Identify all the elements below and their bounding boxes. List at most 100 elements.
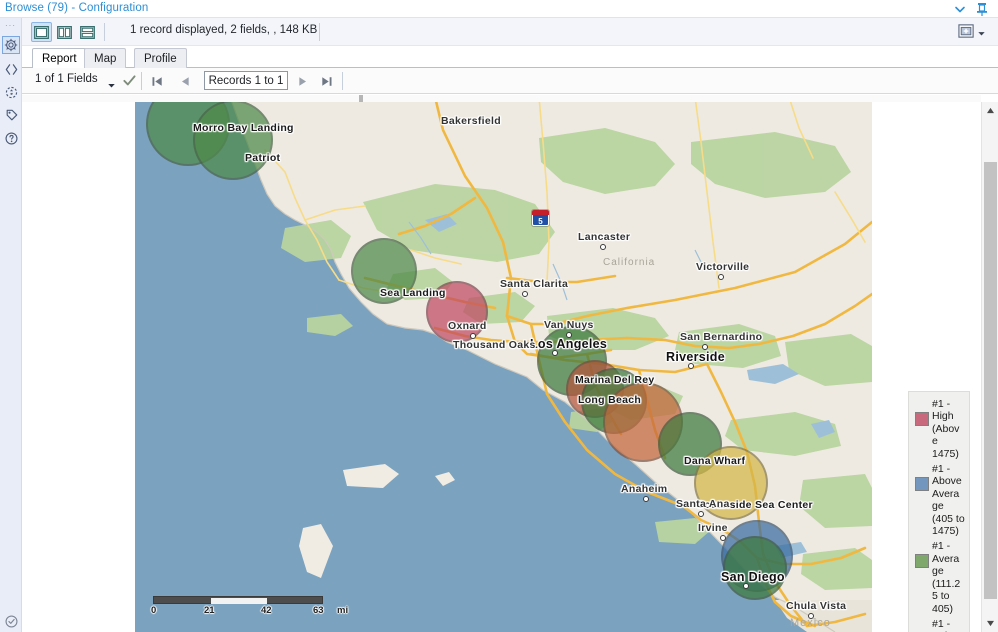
legend-below-average[interactable]: #1 - Below Average (30.5 to 111.25) [913,618,965,632]
scale-tick-0: 0 [151,605,156,616]
tab-map[interactable]: Map [84,48,126,68]
sidebar-item-configuration[interactable] [2,36,20,54]
map-city-label-San Bernardino: San Bernardino [680,331,762,343]
vertical-scrollbar-thumb[interactable] [984,162,997,599]
layout-single-pane-button[interactable] [31,22,52,42]
map-city-label-Chula Vista: Chula Vista [786,600,846,612]
help-icon [4,131,19,146]
map-city-label-Los Angeles: Los Angeles [530,337,607,351]
legend-high[interactable]: #1 - High (Above 1475) [913,398,965,460]
sidebar-item-status[interactable] [2,612,20,630]
map-city-label-Thousand Oaks: Thousand Oaks [453,339,536,351]
application-window: Browse (79) - Configuration ··· [0,0,998,632]
first-record-icon[interactable] [148,73,166,89]
toolbar-divider-1 [104,23,105,41]
map-city-label-Oxnard: Oxnard [448,320,487,332]
tab-report[interactable]: Report [32,48,87,68]
check-circle-icon [4,614,19,629]
map-city-dot-Irvine [720,535,726,541]
sidebar-item-refresh[interactable] [2,83,20,101]
scale-tick-42: 42 [261,605,272,616]
map-country-label: Mexico [790,617,831,629]
legend-above-average-label: #1 - Above Average (405 to 1475) [932,463,965,537]
sidebar-item-help[interactable] [2,129,20,147]
last-record-icon[interactable] [317,73,335,89]
nav-divider-1 [141,72,142,90]
horizontal-scrollbar[interactable] [22,95,981,102]
map-city-label-Victorville: Victorville [696,261,749,273]
title-bar: Browse (79) - Configuration [0,0,998,18]
map-city-label-Bakersfield: Bakersfield [441,115,501,127]
tag-icon [4,108,19,123]
view-options-button[interactable] [958,23,986,44]
caret-down-icon [977,25,986,43]
legend-above-average[interactable]: #1 - Above Average (405 to 1475) [913,463,965,537]
map-city-label-Riverside: Riverside [666,350,725,364]
gear-icon [4,38,18,52]
map-site-label-morro-bay-landing: Morro Bay Landing [193,122,294,134]
map-city-label-Irvine: Irvine [698,522,728,534]
previous-record-icon[interactable] [176,73,194,89]
record-navigation-bar: 1 of 1 Fields Records 1 to 1 [22,68,998,94]
nav-divider-2 [342,72,343,90]
pin-icon[interactable] [974,1,990,17]
report-viewport: Morro Bay Landing Patriot Sea Landing Marin… [22,95,998,632]
legend-below-average-label: #1 - Below Average (30.5 to 111.25) [932,618,965,632]
scale-tick-21: 21 [204,605,215,616]
map-site-label-dana-wharf: Dana Wharf [684,455,745,467]
layout-button-group [31,22,98,42]
scale-tick-63: 63 [313,605,324,616]
legend-high-swatch [915,412,929,426]
map-site-label-sea-landing: Sea Landing [380,287,446,299]
map-bubble-san-diego-green[interactable] [723,536,787,600]
check-icon[interactable] [122,73,137,93]
chevron-down-icon[interactable] [952,1,968,17]
records-range-input[interactable]: Records 1 to 1 [204,71,288,90]
scale-bar-segment [211,598,267,604]
toolbar-divider-2 [319,23,320,41]
layout-horizontal-split-button[interactable] [77,22,98,42]
map-site-label-long-beach-green: Long Beach [578,394,641,406]
rail-drag-dots[interactable]: ··· [5,23,16,29]
left-rail: ··· [0,18,22,632]
map-site-label-patriot: Patriot [245,152,280,164]
map-legend: #1 - High (Above 1475)#1 - Above Average… [908,391,970,632]
toolbar: 1 record displayed, 2 fields, , 148 KB [22,18,998,46]
map-city-dot-Santa Clarita [522,291,528,297]
scale-unit: mi [337,605,348,616]
record-status-text: 1 record displayed, 2 fields, , 148 KB [130,24,317,36]
map-state-label: California [603,257,655,268]
map-city-label-Santa Clarita: Santa Clarita [500,278,568,290]
code-icon [4,62,19,77]
scroll-up-icon[interactable] [982,102,998,119]
map-city-dot-Victorville [718,274,724,280]
legend-high-label: #1 - High (Above 1475) [932,398,965,460]
map-city-dot-Anaheim [643,496,649,502]
sidebar-item-code[interactable] [2,60,20,78]
page-title: Browse (79) - Configuration [5,2,148,14]
refresh-circle-icon [4,85,19,100]
scroll-down-icon[interactable] [982,615,998,632]
legend-average-label: #1 - Average (111.25 to 405) [932,540,965,614]
map-city-label-Lancaster: Lancaster [578,231,630,243]
fields-selector-label[interactable]: 1 of 1 Fields [35,73,98,85]
highway-shield-interstate-5: 5 [532,210,549,226]
map-canvas[interactable]: Morro Bay Landing Patriot Sea Landing Marin… [135,102,872,632]
map-site-label-marina-del-rey: Marina Del Rey [575,374,654,386]
next-record-icon[interactable] [293,73,311,89]
add-window-icon [958,23,975,44]
map-city-dot-Santa Ana [698,511,704,517]
sidebar-item-annotations[interactable] [2,106,20,124]
vertical-scrollbar[interactable] [981,102,998,632]
layout-vertical-split-button[interactable] [54,22,75,42]
map-city-label-Van Nuys: Van Nuys [544,319,594,331]
legend-average-swatch [915,554,929,568]
legend-above-average-swatch [915,477,929,491]
legend-average[interactable]: #1 - Average (111.25 to 405) [913,540,965,614]
map-city-label-San Diego: San Diego [721,570,785,584]
tab-profile[interactable]: Profile [134,48,187,68]
tab-strip: Report Map Profile [22,46,998,68]
caret-down-icon[interactable] [107,77,116,95]
map-scale-bar: 0 21 42 63 mi [153,596,323,618]
map-bubble-patriot[interactable] [193,102,273,180]
